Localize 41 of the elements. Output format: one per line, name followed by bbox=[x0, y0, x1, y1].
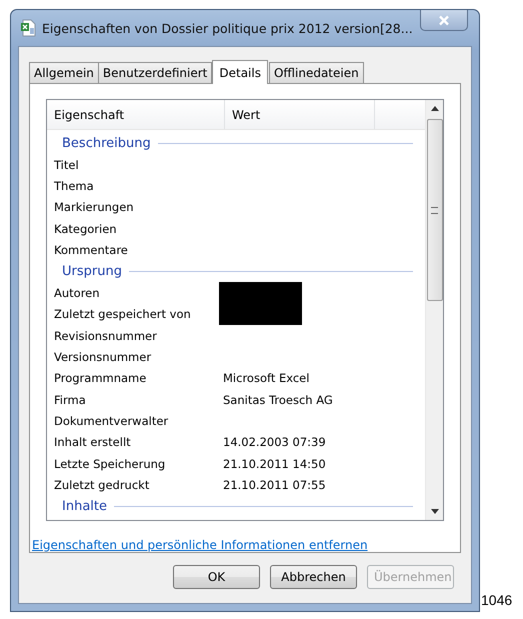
page-number: 1046 bbox=[481, 592, 512, 608]
property-name: Kategorien bbox=[53, 222, 118, 236]
scroll-thumb[interactable] bbox=[426, 119, 442, 301]
remove-properties-link[interactable]: Eigenschaften und persönliche Informationen entfernen bbox=[32, 538, 368, 552]
column-header[interactable]: Wert bbox=[225, 100, 375, 129]
property-name: Thema bbox=[53, 178, 95, 193]
property-name: Dokumentverwalter bbox=[53, 414, 170, 428]
property-name: Inhalt erstellt bbox=[53, 435, 132, 450]
property-value: 21.10.2011 07:55 bbox=[223, 478, 326, 492]
property-name: Letzte Speicherung bbox=[53, 456, 166, 470]
close-button[interactable] bbox=[420, 10, 468, 31]
dialog-button[interactable]: Abbrechen bbox=[270, 565, 357, 589]
property-value: Sanitas Troesch AG bbox=[223, 392, 333, 407]
property-name: Markierungen bbox=[53, 200, 135, 214]
spreadsheet-file-icon bbox=[20, 19, 36, 37]
property-value: Microsoft Excel bbox=[223, 371, 310, 386]
group-header[interactable]: Inhalte bbox=[62, 498, 107, 514]
property-name: Titel bbox=[53, 158, 80, 172]
tab[interactable]: Allgemein bbox=[29, 62, 99, 83]
property-name: Autoren bbox=[53, 286, 101, 300]
property-name: Revisionsnummer bbox=[53, 328, 158, 343]
close-icon bbox=[438, 14, 450, 26]
property-name: Programmname bbox=[53, 371, 148, 386]
scroll-up-icon[interactable] bbox=[430, 106, 438, 111]
property-name: Zuletzt gedruckt bbox=[53, 478, 150, 492]
scrollbar[interactable] bbox=[425, 100, 443, 520]
scroll-down-icon[interactable] bbox=[430, 509, 438, 514]
dialog-button[interactable]: OK bbox=[173, 565, 260, 589]
property-name: Zuletzt gespeichert von bbox=[53, 307, 192, 322]
tab[interactable]: Offlinedateien bbox=[268, 62, 364, 83]
property-name: Versionsnummer bbox=[53, 350, 152, 364]
property-value: 14.02.2003 07:39 bbox=[223, 435, 326, 450]
property-name: Firma bbox=[53, 392, 87, 407]
group-header[interactable]: Beschreibung bbox=[62, 136, 151, 150]
tab[interactable]: Benutzerdefiniert bbox=[98, 62, 212, 83]
tab[interactable]: Details bbox=[212, 60, 268, 84]
group-header[interactable]: Ursprung bbox=[62, 264, 122, 279]
column-header[interactable]: Eigenschaft bbox=[47, 100, 225, 129]
property-value: 21.10.2011 14:50 bbox=[223, 456, 326, 470]
property-name: Kommentare bbox=[53, 242, 129, 257]
window-title: Eigenschaften von Dossier politique prix 2012 version[28... bbox=[42, 20, 414, 36]
